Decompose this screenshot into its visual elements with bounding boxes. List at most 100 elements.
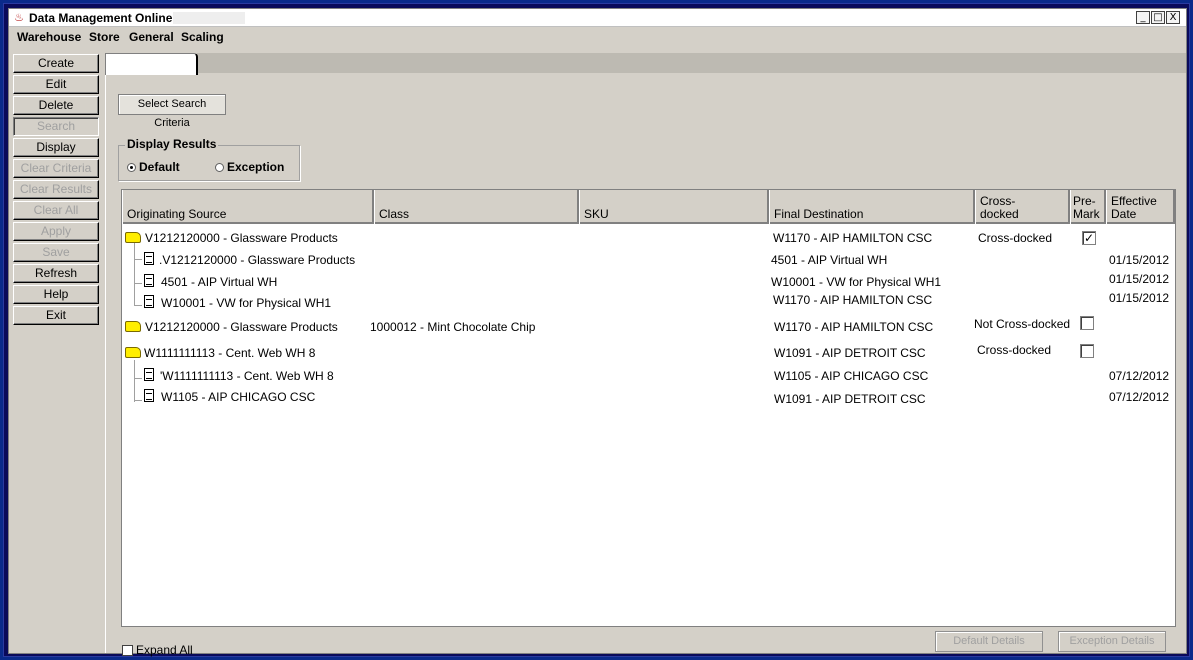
exit-button[interactable]: Exit xyxy=(13,306,99,325)
cell-effective-date: 07/12/2012 xyxy=(1109,390,1170,404)
table-row[interactable]: 4501 - AIP Virtual WH W10001 - VW for Ph… xyxy=(122,272,1175,292)
folder-icon xyxy=(125,321,141,332)
cell-cross-docked: Cross-docked xyxy=(977,343,1052,357)
document-icon xyxy=(144,389,154,402)
col-pre-mark[interactable]: Pre- Mark xyxy=(1070,190,1106,224)
help-button[interactable]: Help xyxy=(13,285,99,304)
expand-all-checkbox[interactable]: Expand All xyxy=(122,643,193,657)
search-button[interactable]: Search xyxy=(13,117,99,136)
cell-source: 4501 - AIP Virtual WH xyxy=(161,275,278,289)
cell-source: 'W1111111113 - Cent. Web WH 8 xyxy=(160,369,334,383)
col-cross-docked[interactable]: Cross- docked xyxy=(975,190,1070,224)
document-icon xyxy=(144,295,154,308)
exception-details-button[interactable]: Exception Details xyxy=(1058,631,1166,652)
cell-destination: W1091 - AIP DETROIT CSC xyxy=(774,346,926,360)
expand-all-box[interactable] xyxy=(122,645,133,656)
cell-source: W10001 - VW for Physical WH1 xyxy=(161,296,332,310)
cell-destination: W1170 - AIP HAMILTON CSC xyxy=(773,231,933,245)
display-results-group: Display Results Default Exception xyxy=(118,137,300,181)
clear-criteria-button[interactable]: Clear Criteria xyxy=(13,159,99,178)
display-button[interactable]: Display xyxy=(13,138,99,157)
cell-destination: W1105 - AIP CHICAGO CSC xyxy=(774,369,929,383)
cell-source: .V1212120000 - Glassware Products xyxy=(159,253,356,267)
title-bar: ♨ Data Management Online - _ □ X xyxy=(9,9,1186,27)
table-header: Originating Source Class SKU Final Desti… xyxy=(122,190,1175,224)
document-icon xyxy=(144,274,154,287)
document-icon xyxy=(144,368,154,381)
action-sidebar: Create Edit Delete Search Display Clear … xyxy=(13,54,99,327)
menu-bar: Warehouse Store General Scaling xyxy=(9,27,1186,47)
cell-effective-date: 01/15/2012 xyxy=(1109,253,1170,267)
cell-effective-date: 01/15/2012 xyxy=(1109,272,1170,286)
cell-cross-docked: Not Cross-docked xyxy=(974,317,1071,331)
folder-icon xyxy=(125,232,141,243)
cell-cross-docked: Cross-docked xyxy=(978,231,1053,245)
expand-all-label: Expand All xyxy=(136,643,193,657)
cell-destination: W10001 - VW for Physical WH1 xyxy=(771,275,942,289)
menu-scaling[interactable]: Scaling xyxy=(181,30,224,44)
title-redacted-area xyxy=(173,12,245,24)
menu-general[interactable]: General xyxy=(129,30,174,44)
menu-warehouse[interactable]: Warehouse xyxy=(17,30,81,44)
window-title: Data Management Online - xyxy=(29,11,180,25)
premark-checkbox[interactable]: ✓ xyxy=(1082,231,1096,245)
col-class[interactable]: Class xyxy=(374,190,579,224)
cell-destination: W1170 - AIP HAMILTON CSC xyxy=(774,320,934,334)
select-search-criteria-button[interactable]: Select Search Criteria xyxy=(118,94,226,129)
close-button[interactable]: X xyxy=(1166,11,1180,24)
cell-source: W1111111113 - Cent. Web WH 8 xyxy=(144,346,316,360)
radio-exception-label: Exception xyxy=(227,160,285,174)
default-details-button[interactable]: Default Details xyxy=(935,631,1043,652)
col-sku[interactable]: SKU xyxy=(579,190,769,224)
table-row[interactable]: W1105 - AIP CHICAGO CSC W1091 - AIP DETR… xyxy=(122,387,1175,407)
outer-frame: ♨ Data Management Online - _ □ X Warehou… xyxy=(3,3,1190,657)
java-cup-icon: ♨ xyxy=(14,12,24,24)
table-row[interactable]: V1212120000 - Glassware Products W1170 -… xyxy=(122,228,1175,248)
cell-source: V1212120000 - Glassware Products xyxy=(145,320,338,334)
radio-default[interactable]: Default xyxy=(127,160,180,174)
cell-destination: W1091 - AIP DETROIT CSC xyxy=(774,392,926,406)
radio-default-dot[interactable] xyxy=(127,163,136,172)
col-effective-date[interactable]: Effective Date xyxy=(1106,190,1175,224)
tab-strip xyxy=(101,51,1186,75)
table-row[interactable]: W10001 - VW for Physical WH1 W1170 - AIP… xyxy=(122,291,1175,313)
cell-effective-date: 07/12/2012 xyxy=(1109,369,1170,383)
cell-destination: W1170 - AIP HAMILTON CSC xyxy=(773,293,933,307)
document-icon xyxy=(144,252,154,265)
display-results-legend: Display Results xyxy=(125,137,219,151)
tab-strip-background xyxy=(197,53,1186,73)
main-content: Select Search Criteria Display Results D… xyxy=(105,75,1182,657)
clear-results-button[interactable]: Clear Results xyxy=(13,180,99,199)
clear-all-button[interactable]: Clear All xyxy=(13,201,99,220)
col-originating-source[interactable]: Originating Source xyxy=(122,190,374,224)
radio-default-label: Default xyxy=(139,160,180,174)
cell-class: 1000012 - Mint Chocolate Chip xyxy=(370,320,536,334)
radio-exception[interactable]: Exception xyxy=(215,160,284,174)
save-button[interactable]: Save xyxy=(13,243,99,262)
table-row[interactable]: .V1212120000 - Glassware Products 4501 -… xyxy=(122,250,1175,270)
create-button[interactable]: Create xyxy=(13,54,99,73)
premark-checkbox[interactable] xyxy=(1080,316,1094,330)
cell-source: V1212120000 - Glassware Products xyxy=(145,231,338,245)
apply-button[interactable]: Apply xyxy=(13,222,99,241)
cell-source: W1105 - AIP CHICAGO CSC xyxy=(161,390,316,404)
folder-icon xyxy=(125,347,141,358)
premark-checkbox[interactable] xyxy=(1080,344,1094,358)
col-final-destination[interactable]: Final Destination xyxy=(769,190,975,224)
cell-destination: 4501 - AIP Virtual WH xyxy=(771,253,888,267)
minimize-button[interactable]: _ xyxy=(1136,11,1150,24)
results-tree-table: Originating Source Class SKU Final Desti… xyxy=(121,189,1176,627)
tab-active[interactable] xyxy=(105,53,198,75)
maximize-button[interactable]: □ xyxy=(1151,11,1165,24)
delete-button[interactable]: Delete xyxy=(13,96,99,115)
app-window: ♨ Data Management Online - _ □ X Warehou… xyxy=(8,8,1187,657)
window-controls: _ □ X xyxy=(1135,11,1180,24)
menu-store[interactable]: Store xyxy=(89,30,120,44)
cell-effective-date: 01/15/2012 xyxy=(1109,291,1170,305)
table-row[interactable]: 'W1111111113 - Cent. Web WH 8 W1105 - AI… xyxy=(122,366,1175,386)
table-row[interactable]: V1212120000 - Glassware Products 1000012… xyxy=(122,316,1175,337)
table-row[interactable]: W1111111113 - Cent. Web WH 8 W1091 - AIP… xyxy=(122,343,1175,363)
edit-button[interactable]: Edit xyxy=(13,75,99,94)
refresh-button[interactable]: Refresh xyxy=(13,264,99,283)
radio-exception-dot[interactable] xyxy=(215,163,224,172)
